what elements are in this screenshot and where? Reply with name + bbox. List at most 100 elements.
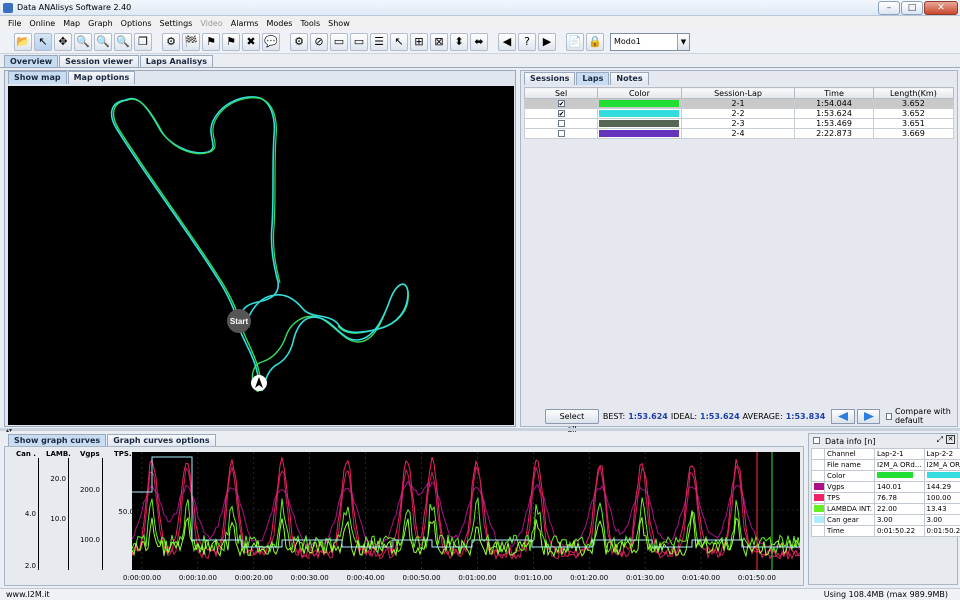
axis-line [68,458,69,570]
document-icon: 📄 [568,35,582,48]
column-header-length-km[interactable]: Length(Km) [872,87,955,99]
zoom-fit-button[interactable]: 🔍 [114,32,132,51]
window-button[interactable]: ❐ [134,32,152,51]
close-button[interactable]: ✕ [924,1,958,15]
data-info-channel-name: Color [824,470,875,482]
arrow-left-button[interactable]: ◀ [498,32,516,51]
prev-lap-button[interactable] [831,408,855,424]
menu-modes[interactable]: Modes [262,19,296,28]
mode-select[interactable]: Modo1 ▼ [610,32,690,51]
lap-checkbox[interactable]: ✔ [557,110,565,118]
compare-label: Compare with default [894,407,951,425]
ideal-label: IDEAL: [670,411,698,421]
menu-map[interactable]: Map [59,19,84,28]
menu-show[interactable]: Show [324,19,354,28]
close-icon[interactable]: ✕ [946,435,955,444]
tab-show-map[interactable]: Show map [8,71,67,84]
layout-2-button[interactable]: ▭ [350,32,368,51]
red-flag-button[interactable]: ⚑ [202,32,220,51]
lap-select-cell[interactable]: ✔ [523,108,599,119]
tab-laps[interactable]: Laps [576,72,610,85]
menu-video[interactable]: Video [196,19,226,28]
question-button[interactable]: ? [518,32,536,51]
menu-file[interactable]: File [4,19,25,28]
cursor-icon: ↖ [38,35,48,48]
document-button[interactable]: 📄 [566,32,584,51]
data-info-row: File nameI2M_A ORd...I2M_A ORd... [811,459,960,471]
minimize-button[interactable]: – [878,1,900,15]
list-button[interactable]: ☰ [370,32,388,51]
cross-button[interactable]: ✖ [242,32,260,51]
column-header-color[interactable]: Color [597,87,682,99]
menu-graph[interactable]: Graph [84,19,117,28]
cursor-question-button[interactable]: ↖ [390,32,408,51]
tab-map-options[interactable]: Map options [67,71,136,84]
move-icon: ✥ [58,35,68,48]
lap-row[interactable]: ✔ 2-2 1:53.624 3.652 [523,108,955,119]
tab-sessions[interactable]: Sessions [524,72,576,85]
grid-button[interactable]: ⊞ [410,32,428,51]
checkered-flag-button[interactable]: 🏁 [182,32,200,51]
menu-settings[interactable]: Settings [156,19,197,28]
lap-row[interactable]: 2-3 1:53.469 3.651 [523,118,955,129]
layout-1-button[interactable]: ▭ [330,32,348,51]
arrow-right-icon: ▶ [542,35,552,48]
red-flag-2-button[interactable]: ⚑ [222,32,240,51]
data-info-value-b: I2M_A ORd... [923,459,960,471]
menu-tools[interactable]: Tools [296,19,324,28]
open-folder-button[interactable]: 📂 [14,32,32,51]
maximize-button[interactable]: □ [901,1,923,15]
menu-options[interactable]: Options [117,19,156,28]
lap-color-swatch [599,100,680,107]
lap-row[interactable]: ✔ 2-1 1:54.044 3.652 [523,98,955,109]
arrow-right-button[interactable]: ▶ [538,32,556,51]
lap-checkbox[interactable] [557,120,565,127]
gear-button[interactable]: ⚙ [162,32,180,51]
lap-checkbox[interactable] [557,130,565,137]
column-header-time[interactable]: Time [794,87,874,99]
lap-length: 3.652 [872,108,955,119]
axis-label-can: Can . [16,450,36,458]
cursor-button[interactable]: ↖ [34,32,52,51]
lap-row[interactable]: 2-4 2:22.873 3.669 [523,128,955,139]
graph-plot-svg [131,452,801,570]
chevron-down-icon[interactable]: ▼ [677,33,689,50]
lock-icon: 🔒 [588,35,602,48]
splitter-arrows-icon[interactable]: ▴▾ [6,427,12,434]
menu-alarms[interactable]: Alarms [227,19,263,28]
track-map[interactable]: Start [8,86,514,425]
column-header-session-lap[interactable]: Session-Lap [680,87,796,99]
lap-select-cell[interactable]: ✔ [523,98,599,109]
marker-2-button[interactable]: ⬌ [470,32,488,51]
lap-checkbox[interactable]: ✔ [557,100,565,108]
data-info-row: Time0:01:50.220:01:50.22 [811,525,960,537]
maximize-icon[interactable]: ⤢ [937,435,943,445]
gear-2-button[interactable]: ⚙ [290,32,308,51]
chat-button[interactable]: 💬 [262,32,280,51]
lock-button[interactable]: 🔒 [586,32,604,51]
graph-plot[interactable] [131,452,801,570]
next-lap-button[interactable] [856,408,881,424]
compare-checkbox[interactable] [886,412,892,420]
data-info-checkbox[interactable] [813,437,820,444]
lap-select-cell[interactable] [523,118,599,129]
data-info-table: Channel Lap-2-1 Lap-2-2 File name I2M_A ORd.… [811,448,960,537]
mode-select-value: Modo1 [614,37,641,46]
zoom-in-button[interactable]: 🔍 [74,32,92,51]
lap-select-cell[interactable] [523,128,599,139]
splitter[interactable] [0,428,960,431]
tab-notes[interactable]: Notes [610,72,649,85]
data-info-value-b: 144.29 [923,481,960,493]
marker-button[interactable]: ⬍ [450,32,468,51]
menu-online[interactable]: Online [25,19,59,28]
axis-tick-label: 20.0 [50,475,66,483]
target-button[interactable]: ⊠ [430,32,448,51]
no-gear-button[interactable]: ⊘ [310,32,328,51]
data-info-row: Color [811,470,960,482]
x-tick-label: 0:00:20.00 [234,574,273,582]
column-header-sel[interactable]: Sel [523,87,599,99]
lap-color-cell [597,128,682,139]
zoom-out-button[interactable]: 🔍 [94,32,112,51]
move-button[interactable]: ✥ [54,32,72,51]
select-all-button[interactable]: Select all [545,408,599,434]
